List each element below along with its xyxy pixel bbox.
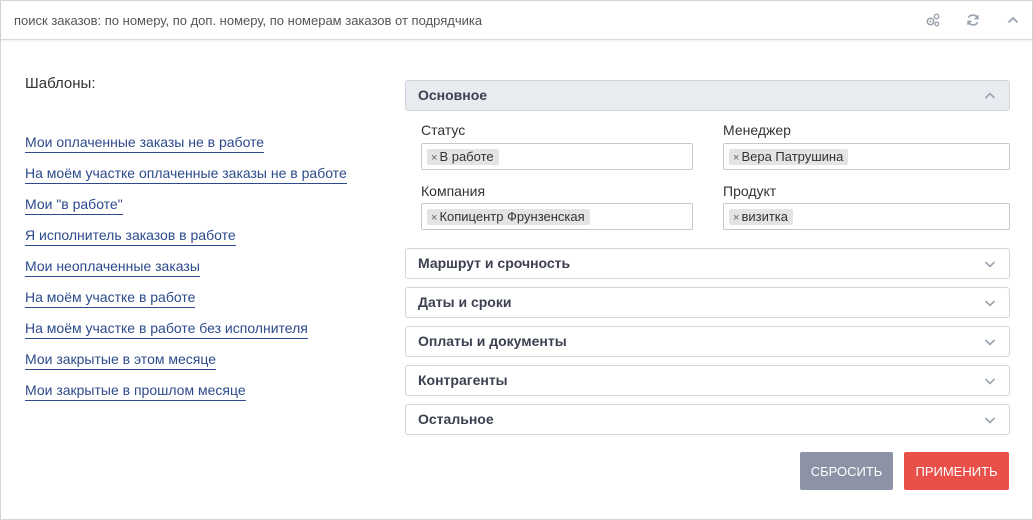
template-link-my-area-paid-not-in-work[interactable]: На моём участке оплаченные заказы не в р… (25, 165, 347, 184)
section-payments-documents[interactable]: Оплаты и документы (405, 326, 1010, 357)
chevron-up-icon[interactable] (1004, 11, 1022, 29)
product-tag: × визитка (729, 209, 793, 225)
apply-button[interactable]: ПРИМЕНИТЬ (904, 452, 1009, 490)
settings-gears-icon[interactable] (924, 11, 942, 29)
section-title: Маршрут и срочность (418, 255, 571, 271)
template-link-my-in-work[interactable]: Мои "в работе" (25, 196, 123, 215)
template-link-closed-last-month[interactable]: Мои закрытые в прошлом месяце (25, 382, 246, 401)
manager-tag: × Вера Патрушина (729, 149, 849, 165)
remove-tag-icon[interactable]: × (431, 212, 437, 224)
chevron-down-icon (983, 296, 997, 310)
section-main-header[interactable]: Основное (405, 80, 1010, 111)
order-filter-panel: Шаблоны: Мои оплаченные заказы не в рабо… (0, 0, 1033, 520)
template-link-my-area-in-work-no-executor[interactable]: На моём участке в работе без исполнителя (25, 320, 308, 339)
manager-label: Менеджер (723, 122, 791, 138)
company-tag: × Копицентр Фрунзенская (427, 209, 590, 225)
company-select[interactable]: × Копицентр Фрунзенская (421, 203, 693, 230)
company-label: Компания (421, 183, 486, 199)
remove-tag-icon[interactable]: × (431, 152, 437, 164)
template-link-executor-in-work[interactable]: Я исполнитель заказов в работе (25, 227, 236, 246)
search-bar (1, 1, 1032, 40)
chevron-up-icon (983, 89, 997, 103)
template-link-my-paid-not-in-work[interactable]: Мои оплаченные заказы не в работе (25, 134, 265, 153)
refresh-icon[interactable] (964, 11, 982, 29)
chevron-down-icon (983, 257, 997, 271)
section-route-urgency[interactable]: Маршрут и срочность (405, 248, 1010, 279)
chevron-down-icon (983, 374, 997, 388)
section-title: Остальное (418, 411, 494, 427)
status-label: Статус (421, 122, 466, 138)
template-link-closed-this-month[interactable]: Мои закрытые в этом месяце (25, 351, 217, 370)
remove-tag-icon[interactable]: × (733, 152, 739, 164)
status-select[interactable]: × В работе (421, 143, 693, 170)
section-other[interactable]: Остальное (405, 404, 1010, 435)
template-link-my-unpaid[interactable]: Мои неоплаченные заказы (25, 258, 200, 277)
product-label: Продукт (723, 183, 777, 199)
templates-title: Шаблоны: (25, 75, 96, 92)
manager-select[interactable]: × Вера Патрушина (723, 143, 1010, 170)
section-title: Контрагенты (418, 372, 508, 388)
chevron-down-icon (983, 335, 997, 349)
status-tag: × В работе (427, 149, 499, 165)
reset-button[interactable]: СБРОСИТЬ (800, 452, 893, 490)
section-counterparties[interactable]: Контрагенты (405, 365, 1010, 396)
section-main-title: Основное (418, 87, 488, 103)
search-input[interactable] (1, 1, 901, 39)
product-select[interactable]: × визитка (723, 203, 1010, 230)
template-link-my-area-in-work[interactable]: На моём участке в работе (25, 289, 196, 308)
section-title: Оплаты и документы (418, 333, 567, 349)
section-title: Даты и сроки (418, 294, 512, 310)
chevron-down-icon (983, 413, 997, 427)
remove-tag-icon[interactable]: × (733, 212, 739, 224)
section-dates-deadlines[interactable]: Даты и сроки (405, 287, 1010, 318)
